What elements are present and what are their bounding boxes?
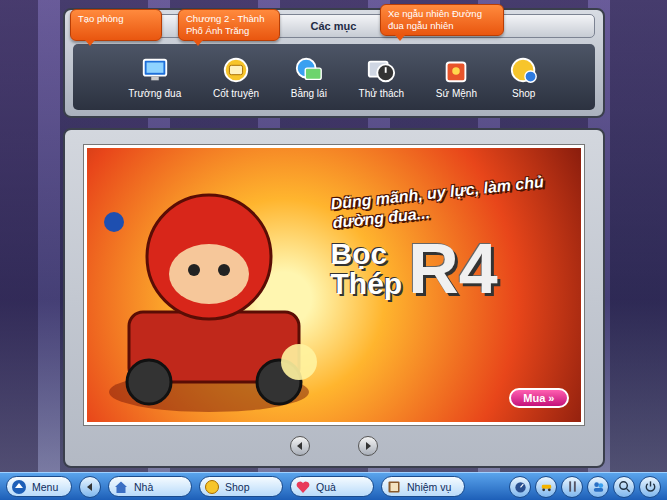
category-label: Bằng lái [291,88,327,99]
scroll-icon [221,55,251,85]
banner-pager [84,425,584,466]
stopwatch-icon [366,55,396,85]
hint-tooltip: Chương 2 - Thành Phố Ánh Trăng [178,9,280,41]
shop-coin-icon [509,55,539,85]
banner-tagline: Dũng mãnh, uy lực, làm chủ đường đua... [329,170,570,233]
category-row: Trường đua Cốt truyện Bằng lái Thử thách Sứ … [73,44,595,110]
category-label: Shop [512,88,535,99]
house-icon [113,479,129,495]
category-item[interactable]: Bằng lái [291,55,327,99]
system-button[interactable] [509,476,531,498]
system-button[interactable] [613,476,635,498]
left-arrow-icon [295,441,305,451]
taskbar-button[interactable]: Nhiệm vụ [381,476,465,497]
system-icons [509,476,661,498]
system-button[interactable] [561,476,583,498]
category-label: Thử thách [359,88,405,99]
banner-art [87,148,331,422]
kart-icon [539,479,554,494]
category-label: Trường đua [128,88,181,99]
category-label: Sứ Mệnh [436,88,477,99]
category-item[interactable]: Thử thách [359,55,405,99]
gauge-icon [513,479,528,494]
taskbar-button[interactable]: Menu [6,476,72,497]
next-button[interactable] [358,436,378,456]
book-icon [386,479,402,495]
banner-text: Dũng mãnh, uy lực, làm chủ đường đua...B… [331,148,581,422]
category-item[interactable]: Sứ Mệnh [436,55,477,99]
taskbar-button[interactable]: Shop [199,476,283,497]
system-button[interactable] [587,476,609,498]
category-item[interactable]: Cốt truyện [213,55,259,99]
title-stack: BọcThép [331,239,403,299]
search-icon [617,479,632,494]
back-button[interactable] [79,476,101,498]
mission-box-icon [441,55,471,85]
hint-tooltip: Tạo phòng [70,9,162,41]
taskbar-button[interactable]: Nhà [108,476,192,497]
system-button[interactable] [535,476,557,498]
menu-logo-icon [11,479,27,495]
back-arrow-icon [85,482,95,492]
buy-button[interactable]: Mua » [509,388,568,408]
category-item[interactable]: Trường đua [128,55,181,99]
game-lobby: Các mụcTrường đuaCốt truyệnBằng láiThử t… [0,0,667,500]
title-word: Thép [331,269,403,299]
taskbar: Menu Nhà Shop Quà Nhiệm vụ [0,472,667,500]
power-icon [643,479,658,494]
taskbar-button[interactable]: Quà [290,476,374,497]
category-label: Cốt truyện [213,88,259,99]
category-item[interactable]: Shop [509,55,539,99]
racer-kart-icon [94,162,324,422]
system-button[interactable] [639,476,661,498]
coin-icon [204,479,220,495]
title-word: Bọc [331,239,403,269]
news-panel: Dũng mãnh, uy lực, làm chủ đường đua...B… [63,128,605,468]
license-icon [294,55,324,85]
monitor-icon [140,55,170,85]
right-arrow-icon [363,441,373,451]
kart-model: R4 [408,234,497,304]
banner-title: BọcThépR4 [331,234,569,304]
heart-icon [295,479,311,495]
prev-button[interactable] [290,436,310,456]
friends-icon [591,479,606,494]
promo-banner: Dũng mãnh, uy lực, làm chủ đường đua...B… [84,145,584,425]
hint-tooltip: Xe ngẫu nhiên Đường đua ngẫu nhiên [380,4,504,36]
tools-icon [565,479,580,494]
